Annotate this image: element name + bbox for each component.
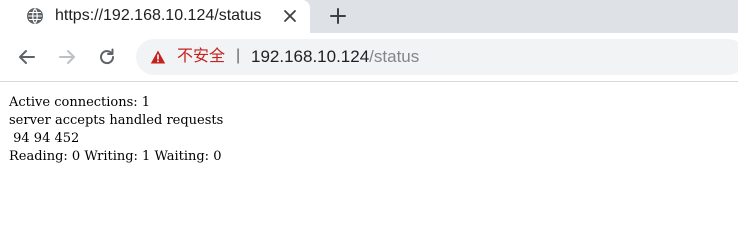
reload-icon[interactable] — [97, 47, 117, 67]
status-line-counts: 94 94 452 — [9, 131, 80, 146]
status-line-states: Reading: 0 Writing: 1 Waiting: 0 — [9, 149, 222, 164]
tab-strip: https://192.168.10.124/status — [0, 0, 738, 33]
tab-status[interactable]: https://192.168.10.124/status — [0, 0, 310, 33]
browser-window: https://192.168.10.124/status 不安全 | 192.… — [0, 0, 738, 244]
close-icon[interactable] — [282, 8, 298, 24]
arrow-left-icon[interactable] — [17, 47, 37, 67]
warning-triangle-icon[interactable] — [150, 49, 166, 65]
url-text[interactable]: 192.168.10.124/status — [251, 47, 419, 67]
url-path: /status — [369, 47, 420, 66]
status-output: Active connections: 1 server accepts hand… — [9, 94, 223, 166]
security-label[interactable]: 不安全 — [177, 47, 225, 67]
arrow-right-icon[interactable] — [57, 47, 77, 67]
url-host: 192.168.10.124 — [251, 47, 370, 66]
globe-icon — [27, 8, 43, 24]
address-bar[interactable]: 不安全 | 192.168.10.124/status — [136, 39, 738, 75]
status-line-header: server accepts handled requests — [9, 113, 224, 128]
status-line-connections: Active connections: 1 — [9, 95, 151, 110]
tab-title: https://192.168.10.124/status — [55, 7, 262, 24]
omnibox-separator: | — [236, 47, 241, 64]
plus-icon[interactable] — [328, 6, 348, 26]
page-content: Active connections: 1 server accepts hand… — [0, 82, 738, 244]
toolbar: 不安全 | 192.168.10.124/status — [0, 33, 738, 82]
